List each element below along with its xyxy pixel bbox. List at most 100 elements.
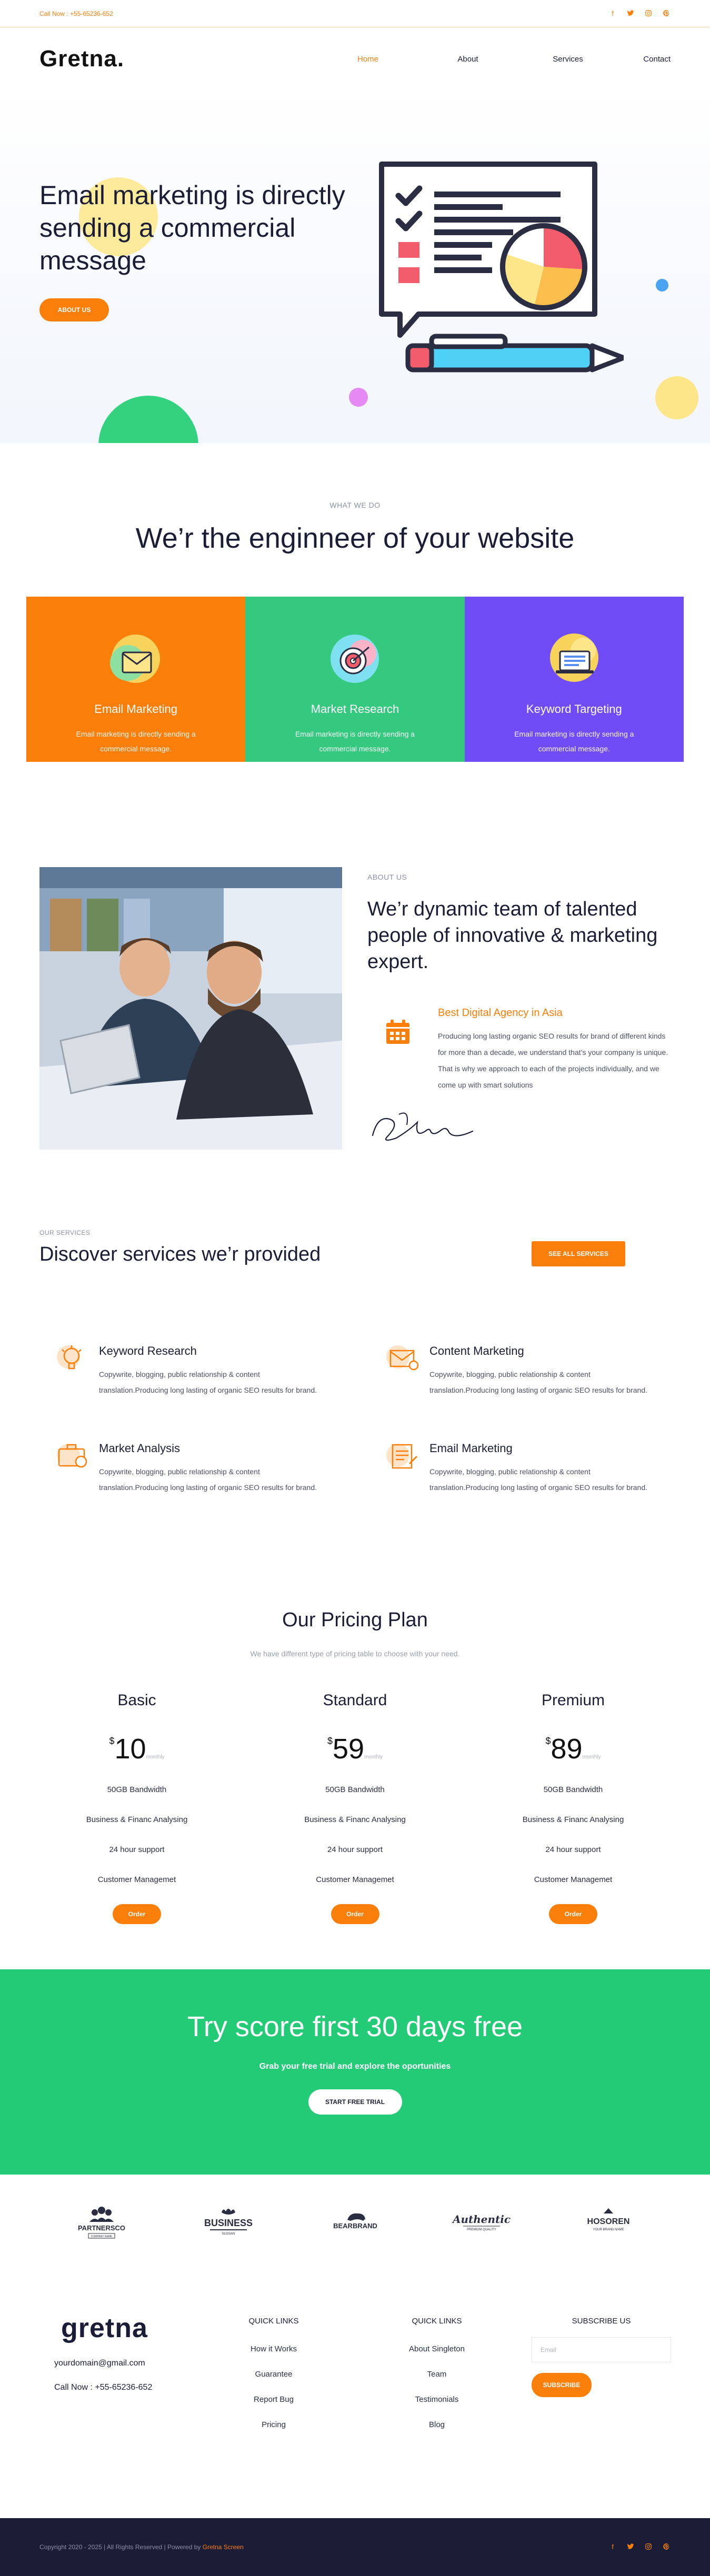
- instagram-icon[interactable]: [644, 2543, 653, 2551]
- subscribe-email-input[interactable]: Email: [532, 2337, 671, 2362]
- plan-feature: 24 hour support: [545, 1845, 601, 1854]
- footer-link[interactable]: Pricing: [245, 2420, 303, 2429]
- brand-tag: SLOGAN: [222, 2232, 235, 2236]
- nav-services[interactable]: Services: [518, 55, 618, 64]
- plan-feature: 24 hour support: [327, 1845, 383, 1854]
- plan-feature: Customer Managemet: [316, 1875, 394, 1884]
- card-title: Keyword Targeting: [526, 702, 622, 716]
- brand-name: Authentic: [452, 2213, 511, 2226]
- footer-link[interactable]: Guarantee: [245, 2370, 303, 2379]
- brand-logo-authentic: Authentic PREMIUM QUALITY: [452, 2213, 511, 2231]
- card-email-marketing[interactable]: Email Marketing Email marketing is direc…: [26, 597, 246, 762]
- free-trial-banner: Try score first 30 days free Grab your f…: [0, 1969, 710, 2175]
- plan-feature: Business & Financ Analysing: [304, 1815, 406, 1824]
- nav-contact[interactable]: Contact: [618, 55, 671, 64]
- footer-col-title: QUICK LINKS: [412, 2317, 462, 2326]
- currency: $: [109, 1736, 115, 1746]
- pinterest-icon[interactable]: [662, 2543, 671, 2551]
- card-market-research[interactable]: Market Research Email marketing is direc…: [245, 597, 465, 762]
- nav-about[interactable]: About: [418, 55, 518, 64]
- plan-feature: 50GB Bandwidth: [325, 1785, 385, 1794]
- target-icon: [331, 635, 379, 683]
- topbar-phone[interactable]: Call Now : +55-65236-652: [39, 10, 113, 17]
- brand-logo-bearbrand: BEARBRAND: [333, 2213, 377, 2230]
- footer: gretna yourdomain@gmail.com Call Now : +…: [0, 2269, 710, 2518]
- period: monthly: [582, 1754, 601, 1760]
- brand-name: BUSINESS: [204, 2218, 253, 2228]
- plan-feature: Customer Managemet: [534, 1875, 613, 1884]
- decor-dot-yellow: [655, 376, 698, 419]
- plan-basic: Basic $10monthly 50GB Bandwidth Business…: [63, 1692, 211, 1924]
- service-title: Content Marketing: [429, 1344, 524, 1357]
- amount: 59: [332, 1733, 365, 1765]
- services-section: OUR SERVICES Discover services we’r prov…: [0, 1172, 710, 1609]
- checklist-illustration: [379, 162, 624, 373]
- about-title: We’r dynamic team of talented people of …: [367, 898, 658, 973]
- card-title: Market Research: [311, 702, 399, 716]
- social-links: f: [608, 9, 671, 18]
- about-subtitle: Best Digital Agency in Asia: [438, 1007, 563, 1019]
- subscribe-form: SUBSCRIBE US Email SUBSCRIBE: [532, 2317, 671, 2397]
- service-text: Copywrite, blogging, public relationship…: [429, 1467, 648, 1492]
- footer-logo[interactable]: gretna: [61, 2312, 148, 2344]
- order-button[interactable]: Order: [113, 1904, 161, 1924]
- twitter-icon[interactable]: [626, 2543, 635, 2551]
- brand-name: BEARBRAND: [333, 2222, 377, 2230]
- plan-feature: 50GB Bandwidth: [107, 1785, 167, 1794]
- footer-quick-links-2: QUICK LINKS About Singleton Team Testimo…: [397, 2317, 476, 2429]
- card-text: Email marketing is directly sending a co…: [514, 730, 634, 753]
- feature-cards: Email Marketing Email marketing is direc…: [26, 597, 684, 762]
- briefcase-chart-icon: [57, 1444, 87, 1468]
- footer-link[interactable]: How it Works: [245, 2344, 303, 2353]
- subscribe-button[interactable]: SUBSCRIBE: [532, 2373, 592, 2397]
- facebook-icon[interactable]: f: [608, 9, 617, 18]
- plan-price: $89monthly: [499, 1733, 647, 1765]
- brand-logo-business: BUSINESS SLOGAN: [204, 2209, 253, 2236]
- envelope-icon: [110, 635, 161, 683]
- plan-feature: Business & Financ Analysing: [522, 1815, 624, 1824]
- facebook-icon[interactable]: f: [608, 2543, 617, 2551]
- currency: $: [327, 1736, 333, 1746]
- lightbulb-icon: [57, 1345, 82, 1370]
- footer-link[interactable]: Report Bug: [245, 2395, 303, 2404]
- plan-standard: Standard $59monthly 50GB Bandwidth Busin…: [282, 1692, 429, 1924]
- footer-email[interactable]: yourdomain@gmail.com: [54, 2359, 145, 2368]
- plan-name: Basic: [117, 1692, 156, 1709]
- pinterest-icon[interactable]: [662, 9, 671, 18]
- amount: 89: [551, 1733, 583, 1765]
- about-us-button[interactable]: ABOUT US: [39, 298, 109, 321]
- brand-logos: PARTNERSCO COMPANY NAME BUSINESS SLOGAN …: [0, 2175, 710, 2269]
- order-button[interactable]: Order: [331, 1904, 379, 1924]
- footer-phone[interactable]: Call Now : +55-65236-652: [54, 2383, 152, 2392]
- footer-link[interactable]: About Singleton: [397, 2344, 476, 2353]
- instagram-icon[interactable]: [644, 9, 653, 18]
- site-logo[interactable]: Gretna.: [39, 46, 124, 72]
- currency: $: [545, 1736, 551, 1746]
- footer-quick-links-1: QUICK LINKS How it Works Guarantee Repor…: [245, 2317, 303, 2429]
- card-keyword-targeting[interactable]: Keyword Targeting Email marketing is dir…: [464, 597, 684, 762]
- copyright-text: Copyright 2020 - 2025 | All Rights Reser…: [39, 2543, 244, 2551]
- calendar-icon: [386, 1020, 409, 1044]
- top-bar: Call Now : +55-65236-652 f: [0, 0, 710, 27]
- period: monthly: [364, 1754, 383, 1760]
- decor-dot-pink: [349, 388, 368, 407]
- laptop-icon: [549, 633, 598, 682]
- card-text: Email marketing is directly sending a co…: [76, 730, 196, 753]
- period: monthly: [146, 1754, 165, 1760]
- footer-link[interactable]: Team: [397, 2370, 476, 2379]
- copyright-brand-link[interactable]: Gretna Screen: [203, 2543, 244, 2551]
- start-free-trial-button[interactable]: START FREE TRIAL: [308, 2089, 402, 2115]
- wwd-eyebrow: WHAT WE DO: [329, 501, 381, 509]
- mail-gear-icon: [386, 1345, 419, 1371]
- brand-name: HOSOREN: [587, 2217, 630, 2226]
- order-button[interactable]: Order: [549, 1904, 597, 1924]
- copyright-bar: Copyright 2020 - 2025 | All Rights Reser…: [0, 2518, 710, 2576]
- footer-link[interactable]: Blog: [397, 2420, 476, 2429]
- nav-home[interactable]: Home: [318, 55, 418, 64]
- service-text: Copywrite, blogging, public relationship…: [99, 1467, 317, 1492]
- footer-link[interactable]: Testimonials: [397, 2395, 476, 2404]
- service-title: Market Analysis: [99, 1442, 181, 1455]
- decor-dot-blue: [656, 279, 668, 291]
- see-all-services-button[interactable]: SEE ALL SERVICES: [532, 1241, 625, 1266]
- twitter-icon[interactable]: [626, 9, 635, 18]
